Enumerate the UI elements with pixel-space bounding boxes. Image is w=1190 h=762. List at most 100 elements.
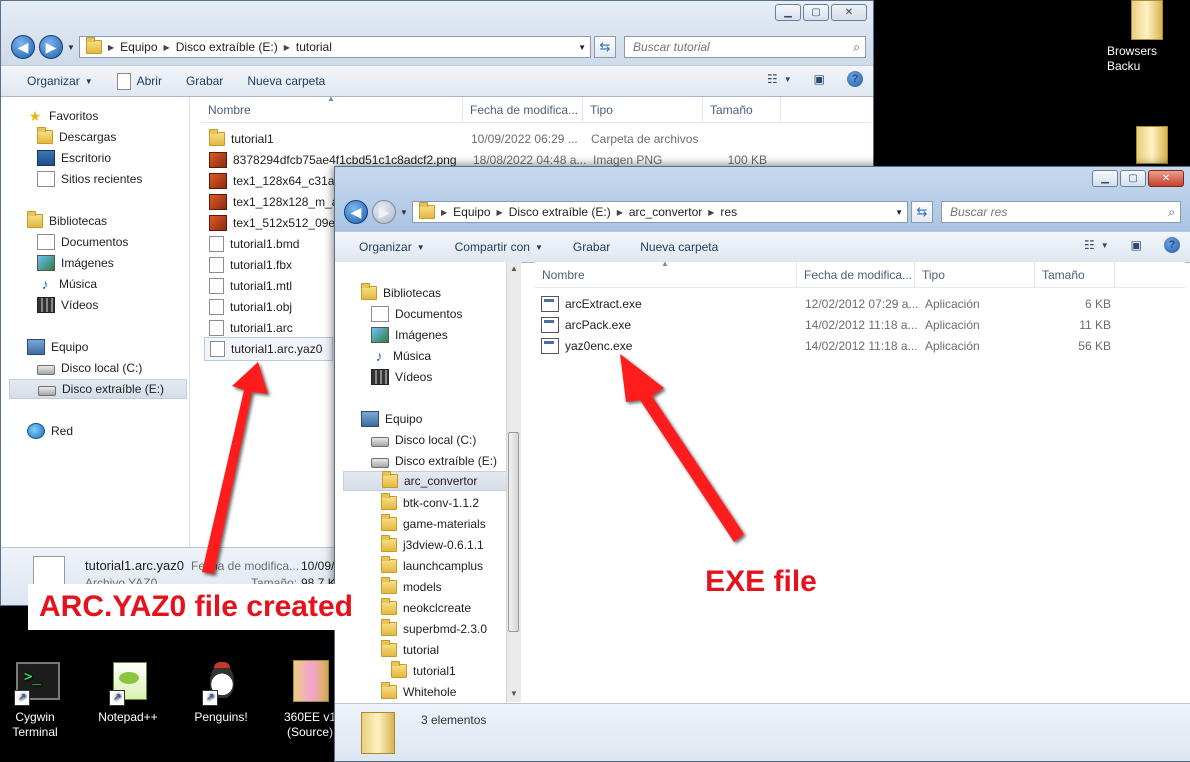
close-button[interactable]: ✕ <box>831 4 867 21</box>
view-options-icon[interactable]: ☷ <box>1084 238 1095 252</box>
chevron-down-icon[interactable]: ▼ <box>578 43 586 52</box>
nav-videos[interactable]: Vídeos <box>371 367 432 387</box>
scroll-up-icon[interactable]: ▲ <box>510 264 518 273</box>
nav-musica[interactable]: ♪ Música <box>37 274 98 294</box>
breadcrumb-disco-extraible[interactable]: Disco extraíble (E:) <box>509 205 611 219</box>
nav-sitios-recientes[interactable]: Sitios recientes <box>37 169 142 189</box>
nav-bibliotecas[interactable]: Bibliotecas <box>27 211 107 231</box>
breadcrumb-res[interactable]: res <box>720 205 737 219</box>
nav-folder[interactable]: tutorial1 <box>391 661 456 681</box>
recent-pages-dropdown[interactable]: ▼ <box>67 43 75 52</box>
nav-equipo[interactable]: Equipo <box>27 337 88 357</box>
nav-musica[interactable]: ♪ Música <box>371 346 432 366</box>
chevron-down-icon[interactable]: ▼ <box>1101 241 1109 250</box>
nav-folder-arc-convertor[interactable]: arc_convertor <box>343 471 507 491</box>
nav-folder[interactable]: game-materials <box>381 514 486 534</box>
nav-folder[interactable]: tutorial <box>381 640 439 660</box>
forward-button[interactable]: ▶ <box>372 200 396 224</box>
nav-disco-local[interactable]: Disco local (C:) <box>371 430 476 450</box>
nav-imagenes[interactable]: Imágenes <box>37 253 114 273</box>
breadcrumb-equipo[interactable]: Equipo <box>120 40 157 54</box>
file-row[interactable]: yaz0enc.exe 14/02/2012 11:18 a... Aplica… <box>541 335 1111 356</box>
nav-documentos[interactable]: Documentos <box>37 232 128 252</box>
refresh-button[interactable]: ⇆ <box>594 36 616 58</box>
search-icon[interactable]: ⌕ <box>1168 205 1175 220</box>
search-box[interactable]: ⌕ <box>941 201 1181 223</box>
burn-button[interactable]: Grabar <box>174 74 235 88</box>
share-with-button[interactable]: Compartir con ▼ <box>437 240 555 254</box>
refresh-button[interactable]: ⇆ <box>911 201 933 223</box>
nav-favoritos[interactable]: ★ Favoritos <box>27 106 99 126</box>
column-tipo[interactable]: Tipo <box>583 97 703 122</box>
burn-button[interactable]: Grabar <box>555 240 622 254</box>
file-row[interactable]: tutorial1.arc <box>209 317 293 338</box>
new-folder-button[interactable]: Nueva carpeta <box>235 74 337 88</box>
search-input[interactable] <box>948 204 1180 220</box>
maximize-button[interactable]: ▢ <box>803 4 829 21</box>
new-folder-button[interactable]: Nueva carpeta <box>622 240 730 254</box>
nav-folder[interactable]: models <box>381 577 442 597</box>
file-row[interactable]: tex1_128x64_c31a988 <box>209 170 354 191</box>
address-bar[interactable]: ▶ Equipo ▶ Disco extraíble (E:) ▶ tutori… <box>79 36 591 58</box>
file-row[interactable]: tutorial1.mtl <box>209 275 292 296</box>
nav-imagenes[interactable]: Imágenes <box>371 325 448 345</box>
preview-pane-icon[interactable]: ▣ <box>1131 238 1142 252</box>
file-row[interactable]: tutorial1 10/09/2022 06:29 ... Carpeta d… <box>209 128 711 149</box>
chevron-down-icon[interactable]: ▼ <box>895 208 903 217</box>
nav-videos[interactable]: Vídeos <box>37 295 98 315</box>
help-icon[interactable]: ? <box>847 71 863 87</box>
nav-escritorio[interactable]: Escritorio <box>37 148 111 168</box>
search-box[interactable]: ⌕ <box>624 36 866 58</box>
column-fecha[interactable]: Fecha de modifica... <box>463 97 583 122</box>
desktop-icon-folder[interactable] <box>1110 122 1190 166</box>
organize-button[interactable]: Organizar ▼ <box>1 74 105 88</box>
preview-pane-icon[interactable]: ▣ <box>814 72 825 86</box>
file-row[interactable]: arcExtract.exe 12/02/2012 07:29 a... Apl… <box>541 293 1111 314</box>
desktop-icon-penguins[interactable]: ↗ Penguins! <box>176 660 266 725</box>
file-row[interactable]: arcPack.exe 14/02/2012 11:18 a... Aplica… <box>541 314 1111 335</box>
column-tamano[interactable]: Tamaño <box>1035 262 1115 287</box>
desktop-icon-notepadpp[interactable]: ↗ Notepad++ <box>83 660 173 725</box>
file-row[interactable]: tex1_128x128_m_acb <box>209 191 351 212</box>
minimize-button[interactable]: ▁ <box>775 4 801 21</box>
nav-equipo[interactable]: Equipo <box>361 409 422 429</box>
nav-folder[interactable]: launchcamplus <box>381 556 483 576</box>
view-options-icon[interactable]: ☷ <box>767 72 778 86</box>
organize-button[interactable]: Organizar ▼ <box>335 240 437 254</box>
search-icon[interactable]: ⌕ <box>853 40 860 55</box>
scroll-down-icon[interactable]: ▼ <box>510 689 518 698</box>
desktop-icon-browsers-backup[interactable]: Browsers Backu <box>1100 0 1190 74</box>
desktop-icon-cygwin[interactable]: >_ ↗ Cygwin Terminal <box>0 660 80 740</box>
chevron-down-icon[interactable]: ▼ <box>784 75 792 84</box>
breadcrumb-equipo[interactable]: Equipo <box>453 205 490 219</box>
nav-folder[interactable]: superbmd-2.3.0 <box>381 619 487 639</box>
file-row-selected[interactable]: tutorial1.arc.yaz0 <box>204 337 334 361</box>
breadcrumb-disco-extraible[interactable]: Disco extraíble (E:) <box>176 40 278 54</box>
back-button[interactable]: ◀ <box>344 200 368 224</box>
column-fecha[interactable]: Fecha de modifica... <box>797 262 915 287</box>
recent-pages-dropdown[interactable]: ▼ <box>400 208 408 217</box>
file-row[interactable]: tutorial1.fbx <box>209 254 292 275</box>
forward-button[interactable]: ▶ <box>39 35 63 59</box>
column-tamano[interactable]: Tamaño <box>703 97 781 122</box>
nav-documentos[interactable]: Documentos <box>371 304 462 324</box>
nav-disco-extraible[interactable]: Disco extraíble (E:) <box>371 451 497 471</box>
nav-folder[interactable]: neokclcreate <box>381 598 471 618</box>
nav-disco-extraible[interactable]: Disco extraíble (E:) <box>9 379 187 399</box>
close-button[interactable]: ✕ <box>1148 170 1184 187</box>
breadcrumb-arc-convertor[interactable]: arc_convertor <box>629 205 702 219</box>
file-row[interactable]: tutorial1.obj <box>209 296 292 317</box>
scrollbar-thumb[interactable] <box>508 432 519 632</box>
nav-folder[interactable]: Whitehole <box>381 682 456 702</box>
open-button[interactable]: Abrir <box>105 72 174 90</box>
nav-folder[interactable]: j3dview-0.6.1.1 <box>381 535 484 555</box>
nav-descargas[interactable]: Descargas <box>37 127 116 147</box>
file-row[interactable]: tutorial1.bmd <box>209 233 299 254</box>
maximize-button[interactable]: ▢ <box>1120 170 1146 187</box>
nav-disco-local[interactable]: Disco local (C:) <box>37 358 142 378</box>
nav-bibliotecas[interactable]: Bibliotecas <box>361 283 441 303</box>
column-tipo[interactable]: Tipo <box>915 262 1035 287</box>
search-input[interactable] <box>631 39 865 55</box>
minimize-button[interactable]: ▁ <box>1092 170 1118 187</box>
nav-scrollbar[interactable]: ▲ ▼ <box>506 262 521 702</box>
